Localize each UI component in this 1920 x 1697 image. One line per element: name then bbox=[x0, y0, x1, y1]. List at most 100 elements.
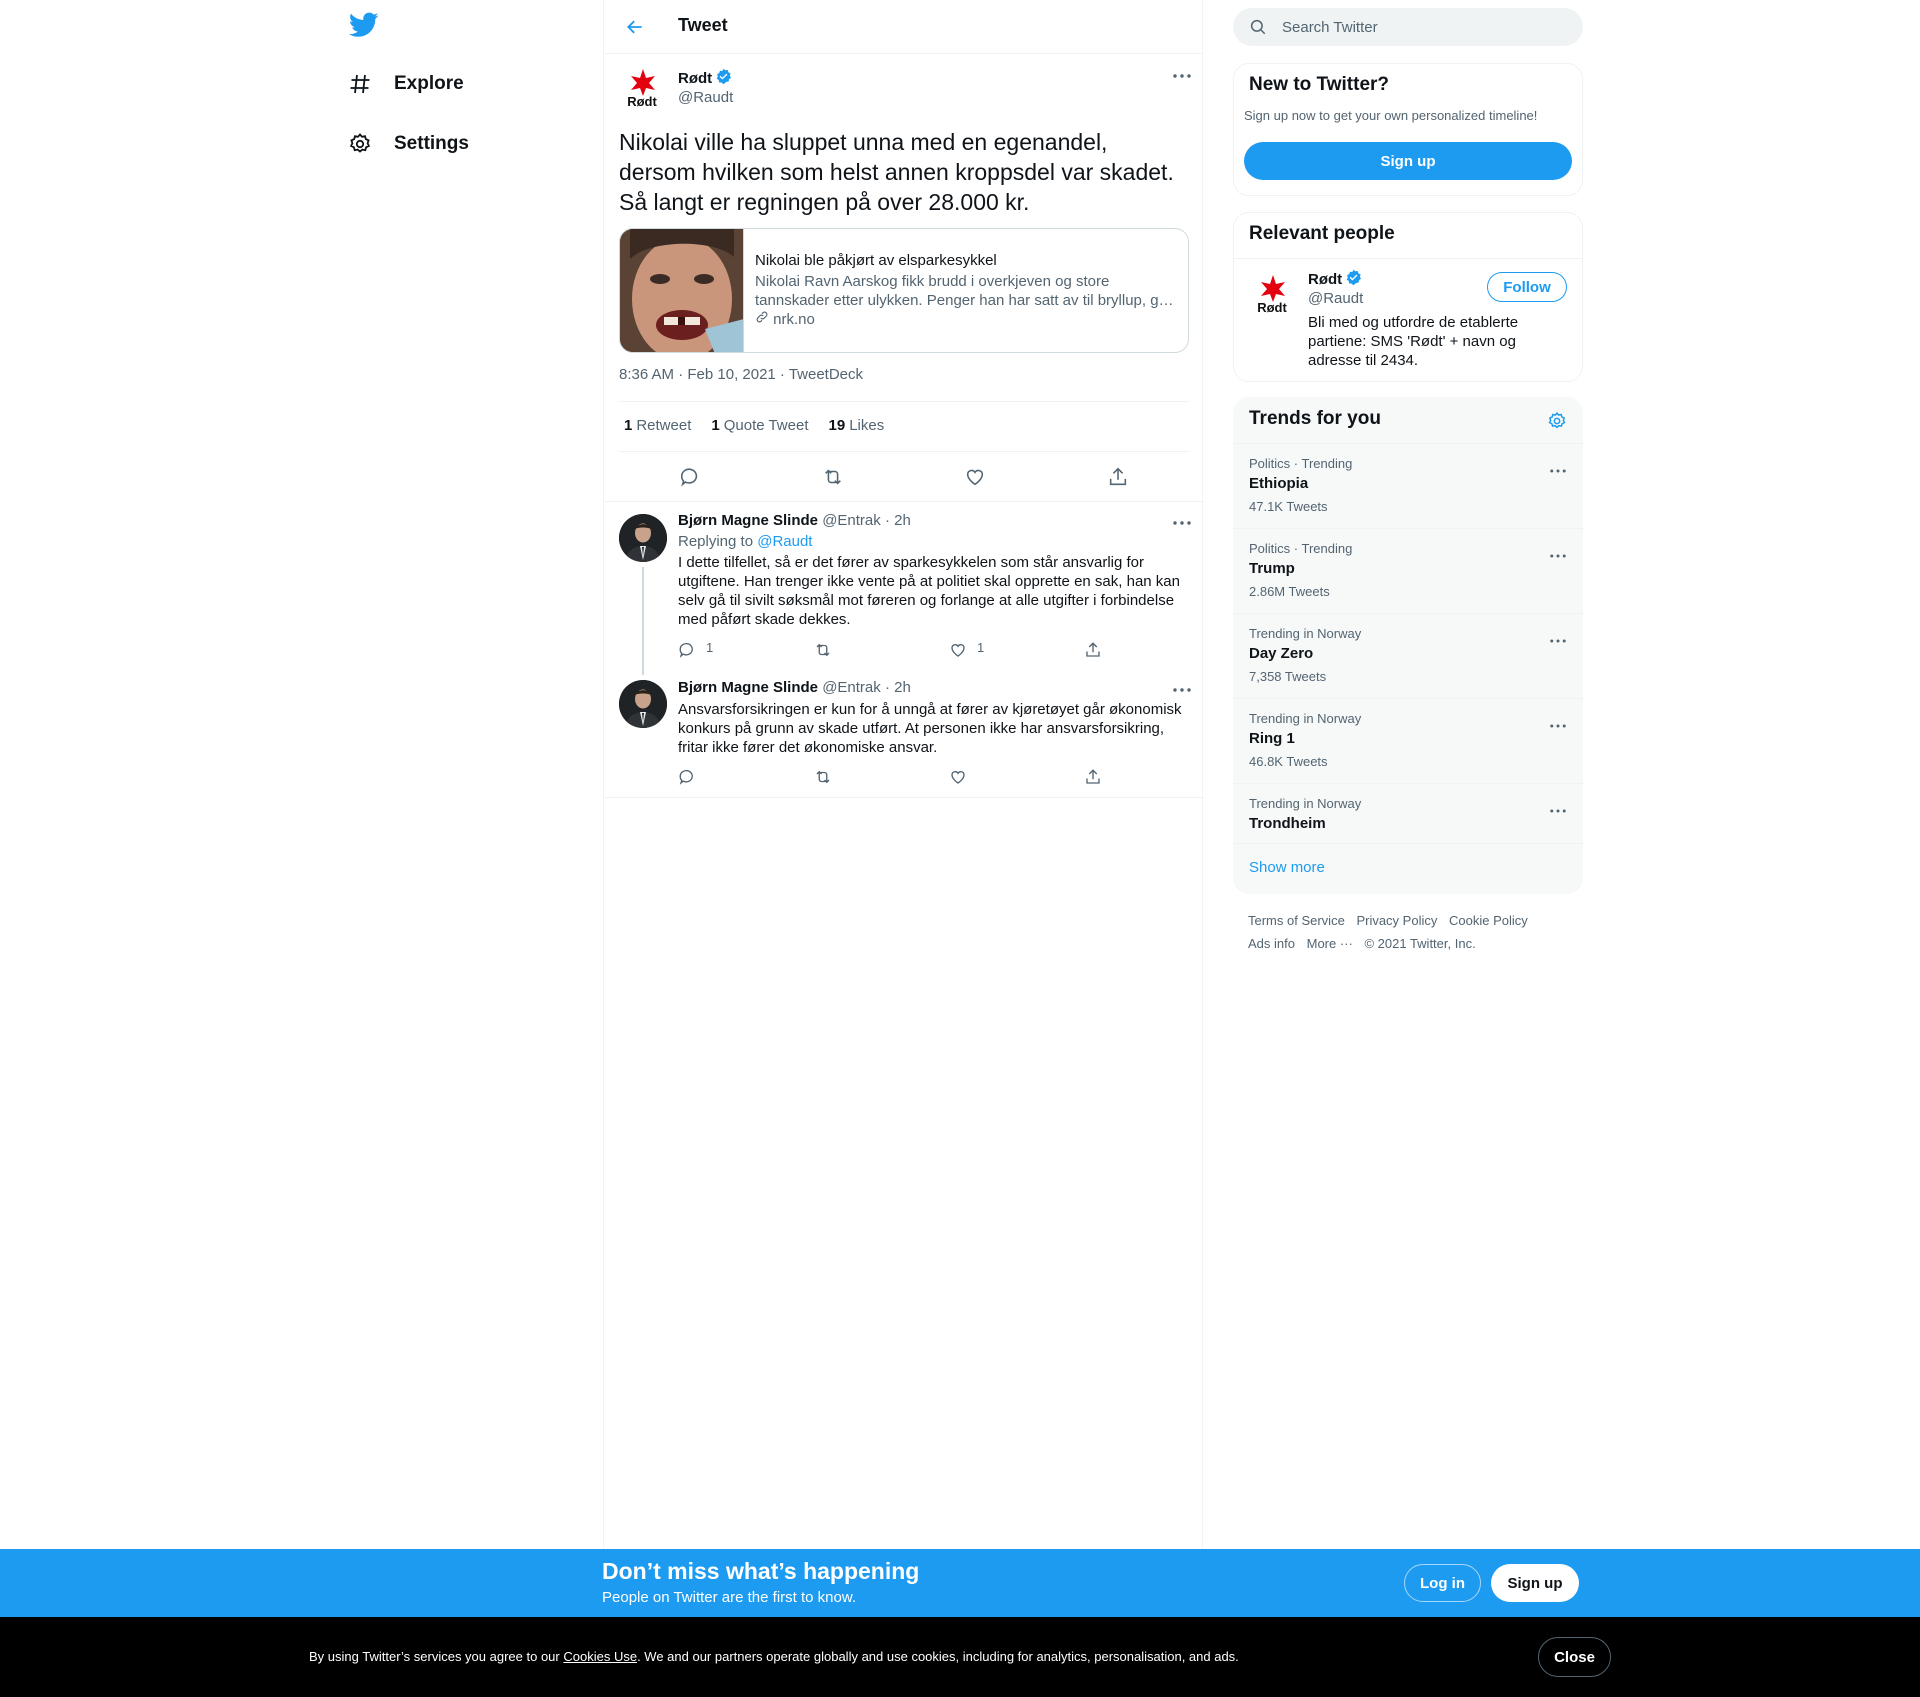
divider bbox=[619, 401, 1189, 402]
avatar[interactable]: Rødt bbox=[1249, 271, 1295, 317]
link-icon bbox=[755, 311, 769, 328]
page-title: Tweet bbox=[678, 15, 728, 35]
reply-avatar[interactable] bbox=[619, 680, 667, 728]
divider bbox=[1234, 258, 1582, 259]
like-icon[interactable] bbox=[949, 768, 967, 786]
sign-up-button[interactable]: Sign up bbox=[1244, 142, 1572, 180]
card-body: Nikolai ble påkjørt av elsparkesykkel Ni… bbox=[744, 229, 1188, 352]
quote-stat[interactable]: 1 Quote Tweet bbox=[711, 417, 808, 434]
tweet-stats: 1 Retweet 1 Quote Tweet 19 Likes bbox=[624, 417, 884, 434]
copyright: © 2021 Twitter, Inc. bbox=[1364, 936, 1476, 951]
avatar-logo-text: Rødt bbox=[1257, 300, 1287, 315]
tweet-author[interactable]: Rødt bbox=[678, 68, 732, 90]
banner-sign-up-button[interactable]: Sign up bbox=[1491, 1564, 1579, 1602]
twitter-bird-icon[interactable] bbox=[348, 12, 379, 40]
person-name-row[interactable]: Rødt bbox=[1308, 269, 1362, 291]
avatar-logo-text: Rødt bbox=[627, 94, 657, 109]
share-icon[interactable] bbox=[1084, 641, 1102, 659]
nav-explore[interactable]: Explore bbox=[345, 59, 464, 109]
retweet-icon[interactable] bbox=[813, 641, 833, 659]
person-handle[interactable]: @Raudt bbox=[1308, 290, 1363, 307]
reply-actions bbox=[678, 768, 1118, 788]
tweet-header: Tweet bbox=[604, 0, 1202, 54]
reply-icon[interactable] bbox=[678, 768, 696, 786]
search-bar[interactable] bbox=[1233, 8, 1583, 46]
trend-item[interactable]: Politics · Trending Ethiopia 47.1K Tweet… bbox=[1234, 443, 1584, 528]
likes-stat[interactable]: 19 Likes bbox=[829, 417, 885, 434]
trend-name: Trondheim bbox=[1249, 815, 1326, 832]
share-icon[interactable] bbox=[1084, 768, 1102, 786]
more-options-icon[interactable] bbox=[1550, 630, 1566, 648]
cookie-banner: By using Twitter’s services you agree to… bbox=[0, 1617, 1920, 1697]
person-bio: Bli med og utfordre de etablerte partien… bbox=[1308, 314, 1519, 369]
verified-badge-icon bbox=[1345, 269, 1362, 291]
like-icon[interactable]: 1 bbox=[949, 639, 985, 659]
arrow-left-icon[interactable] bbox=[622, 14, 648, 40]
card-thumbnail bbox=[620, 229, 744, 352]
reply-icon[interactable]: 1 bbox=[678, 640, 713, 659]
footer-link-terms[interactable]: Terms of Service bbox=[1248, 913, 1345, 928]
search-icon bbox=[1249, 18, 1267, 36]
nav-explore-label: Explore bbox=[394, 73, 464, 94]
reply-avatar[interactable] bbox=[619, 514, 667, 562]
trend-count: 7,358 Tweets bbox=[1249, 669, 1327, 684]
reply-author[interactable]: Bjørn Magne Slinde @Entrak · 2h bbox=[678, 512, 911, 529]
reply-text: I dette tilfellet, så er det fører av sp… bbox=[678, 554, 1180, 628]
show-more-row: Show more bbox=[1234, 843, 1584, 893]
card-domain-text: nrk.no bbox=[773, 311, 815, 328]
trend-item[interactable]: Trending in Norway Day Zero 7,358 Tweets bbox=[1234, 613, 1584, 698]
more-options-icon[interactable] bbox=[1169, 515, 1195, 531]
footer-link-privacy[interactable]: Privacy Policy bbox=[1356, 913, 1437, 928]
trend-count: 47.1K Tweets bbox=[1249, 499, 1328, 514]
trends-title: Trends for you bbox=[1249, 408, 1381, 429]
gear-icon bbox=[345, 129, 375, 159]
tweet-timestamp[interactable]: 8:36 AM · Feb 10, 2021 · TweetDeck bbox=[619, 366, 863, 383]
tweet-text: Nikolai ville ha sluppet unna med en ege… bbox=[619, 129, 1174, 215]
search-input[interactable] bbox=[1282, 18, 1562, 36]
gear-icon[interactable] bbox=[1547, 411, 1567, 436]
trend-item[interactable]: Trending in Norway Ring 1 46.8K Tweets bbox=[1234, 698, 1584, 783]
reply-text: Ansvarsforsikringen er kun for å unngå a… bbox=[678, 701, 1182, 756]
reply-actions: 1 1 bbox=[678, 639, 1118, 661]
trend-item[interactable]: Politics · Trending Trump 2.86M Tweets bbox=[1234, 528, 1584, 613]
link-card[interactable]: Nikolai ble påkjørt av elsparkesykkel Ni… bbox=[619, 228, 1189, 353]
follow-button[interactable]: Follow bbox=[1487, 272, 1567, 302]
like-count: 1 bbox=[977, 639, 985, 655]
nav-settings[interactable]: Settings bbox=[345, 119, 469, 169]
show-more-link[interactable]: Show more bbox=[1249, 859, 1325, 876]
footer-link-cookie[interactable]: Cookie Policy bbox=[1449, 913, 1528, 928]
retweet-icon[interactable] bbox=[816, 462, 850, 492]
retweet-stat[interactable]: 1 Retweet bbox=[624, 417, 691, 434]
reply-icon[interactable] bbox=[673, 462, 707, 492]
more-options-icon[interactable] bbox=[1550, 545, 1566, 563]
trend-item[interactable]: Trending in Norway Trondheim bbox=[1234, 783, 1584, 843]
cookies-use-link[interactable]: Cookies Use bbox=[563, 1649, 637, 1664]
banner-subtitle: People on Twitter are the first to know. bbox=[602, 1589, 857, 1606]
share-icon[interactable] bbox=[1101, 462, 1135, 492]
like-icon[interactable] bbox=[958, 462, 992, 492]
reply-time: · 2h bbox=[884, 512, 911, 529]
new-to-twitter-title: New to Twitter? bbox=[1249, 74, 1390, 95]
new-to-twitter-panel: New to Twitter? Sign up now to get your … bbox=[1233, 63, 1583, 196]
reply-author[interactable]: Bjørn Magne Slinde @Entrak · 2h bbox=[678, 679, 911, 696]
footer-link-ads-info[interactable]: Ads info bbox=[1248, 936, 1295, 951]
divider bbox=[604, 797, 1204, 798]
avatar[interactable]: Rødt bbox=[619, 65, 665, 111]
more-options-icon[interactable] bbox=[1550, 800, 1566, 818]
relevant-people-panel: Relevant people Rødt Rødt @Raudt Follow … bbox=[1233, 212, 1583, 382]
new-to-twitter-subtitle: Sign up now to get your own personalized… bbox=[1244, 108, 1538, 123]
author-name: Rødt bbox=[678, 70, 713, 87]
more-options-icon[interactable] bbox=[1550, 715, 1566, 733]
close-button[interactable]: Close bbox=[1538, 1637, 1611, 1677]
card-domain: nrk.no bbox=[755, 310, 1177, 329]
author-handle[interactable]: @Raudt bbox=[678, 89, 733, 106]
more-options-icon[interactable] bbox=[1169, 68, 1195, 84]
banner-title: Don’t miss what’s happening bbox=[602, 1558, 920, 1584]
divider bbox=[604, 501, 1204, 502]
more-options-icon[interactable] bbox=[1169, 682, 1195, 698]
replying-to-link[interactable]: @Raudt bbox=[757, 533, 812, 550]
log-in-button[interactable]: Log in bbox=[1404, 1564, 1481, 1602]
more-options-icon[interactable] bbox=[1550, 460, 1566, 478]
retweet-icon[interactable] bbox=[813, 768, 833, 786]
footer-link-more[interactable]: More ··· bbox=[1307, 936, 1353, 951]
